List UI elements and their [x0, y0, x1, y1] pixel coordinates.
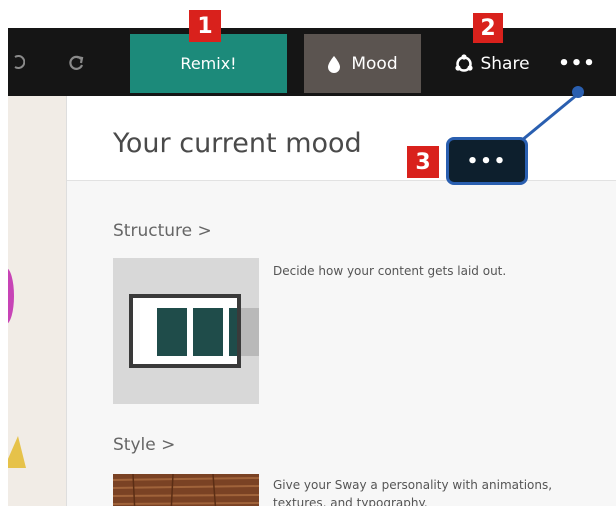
callout-3-ellipsis: •••	[466, 150, 508, 172]
sway-window: Remix! Mood Share ••• 1 2 Your current m…	[0, 0, 616, 506]
callout-badge-3: 3	[407, 146, 439, 178]
callout-pointer	[509, 86, 584, 152]
callout-3-more-button: •••	[446, 137, 528, 185]
callout-badge-3-label: 3	[415, 149, 431, 175]
